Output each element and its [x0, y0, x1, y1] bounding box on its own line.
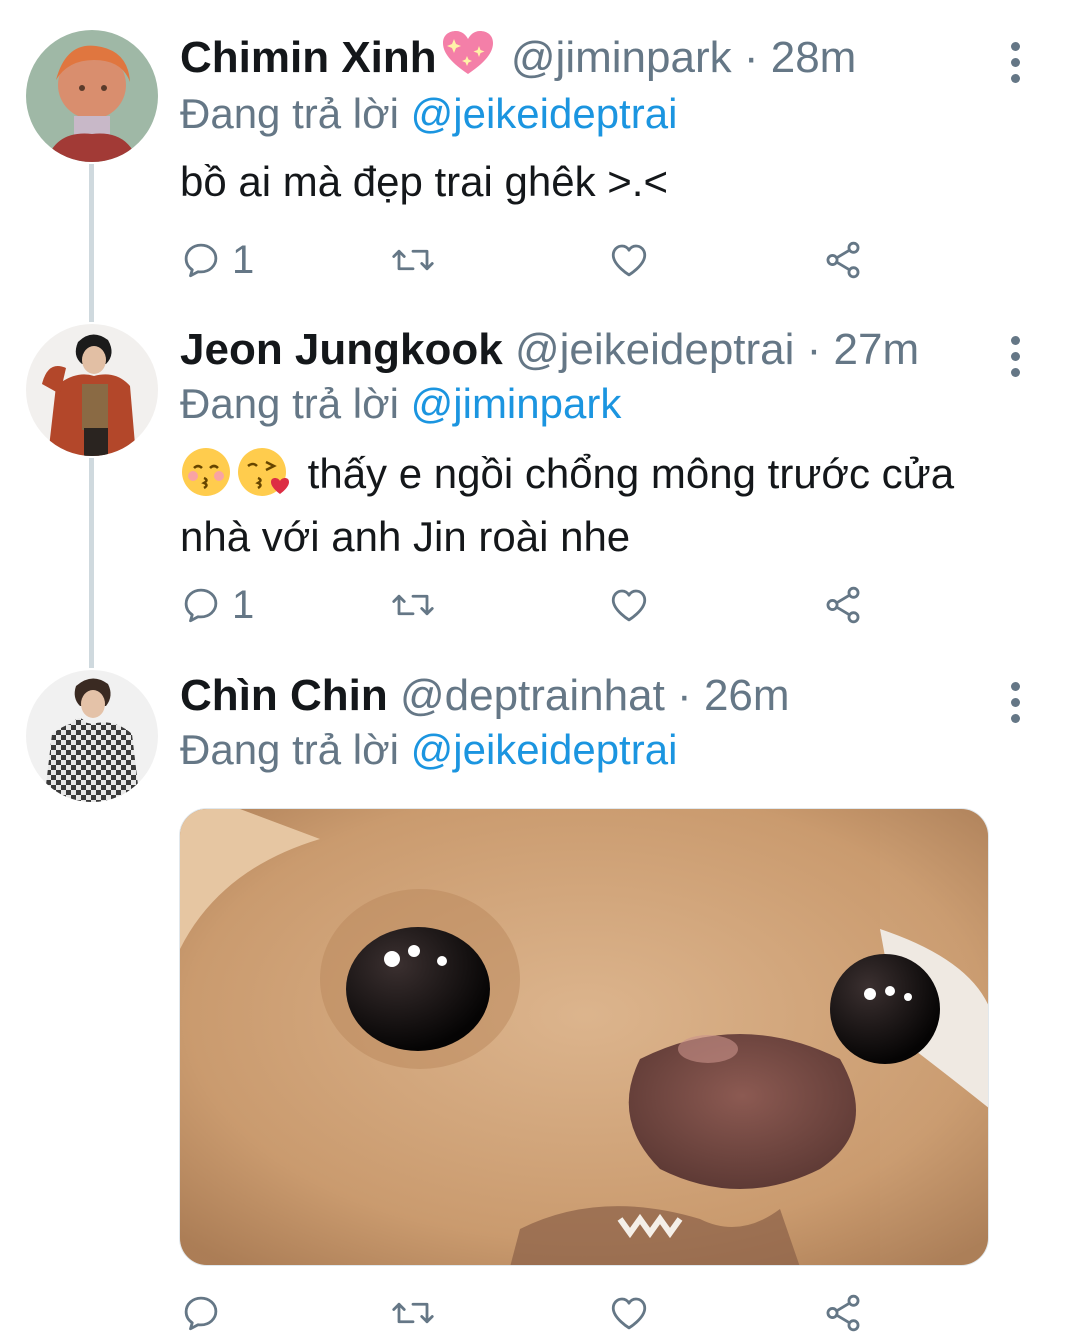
tweet-actions: [180, 1288, 880, 1338]
tweet-media-image[interactable]: [179, 808, 989, 1266]
retweet-icon: [392, 1302, 434, 1324]
like-icon: [611, 1297, 647, 1330]
like-button[interactable]: [608, 1288, 650, 1338]
chihuahua-photo: [180, 809, 988, 1265]
replying-to: Đang trả lời @jeikeideptrai: [180, 722, 677, 778]
share-button[interactable]: [822, 1288, 864, 1338]
reply-prefix: Đang trả lời: [180, 726, 399, 773]
retweet-button[interactable]: [390, 1288, 436, 1338]
avatar[interactable]: [26, 670, 158, 802]
tweet[interactable]: Chìn Chin @deptrainhat · 26m Đang trả lờ…: [0, 0, 1080, 1342]
separator-dot: ·: [677, 671, 692, 720]
reply-button[interactable]: [180, 1288, 222, 1338]
share-icon: [826, 1294, 860, 1332]
tweet-header: Chìn Chin @deptrainhat · 26m: [180, 668, 1000, 724]
user-handle[interactable]: @deptrainhat: [400, 671, 665, 720]
display-name[interactable]: Chìn Chin: [180, 671, 388, 720]
reply-mention[interactable]: @jeikeideptrai: [411, 726, 678, 773]
reply-icon: [184, 1296, 218, 1331]
timestamp[interactable]: 26m: [704, 671, 790, 720]
more-icon[interactable]: [1008, 682, 1022, 723]
